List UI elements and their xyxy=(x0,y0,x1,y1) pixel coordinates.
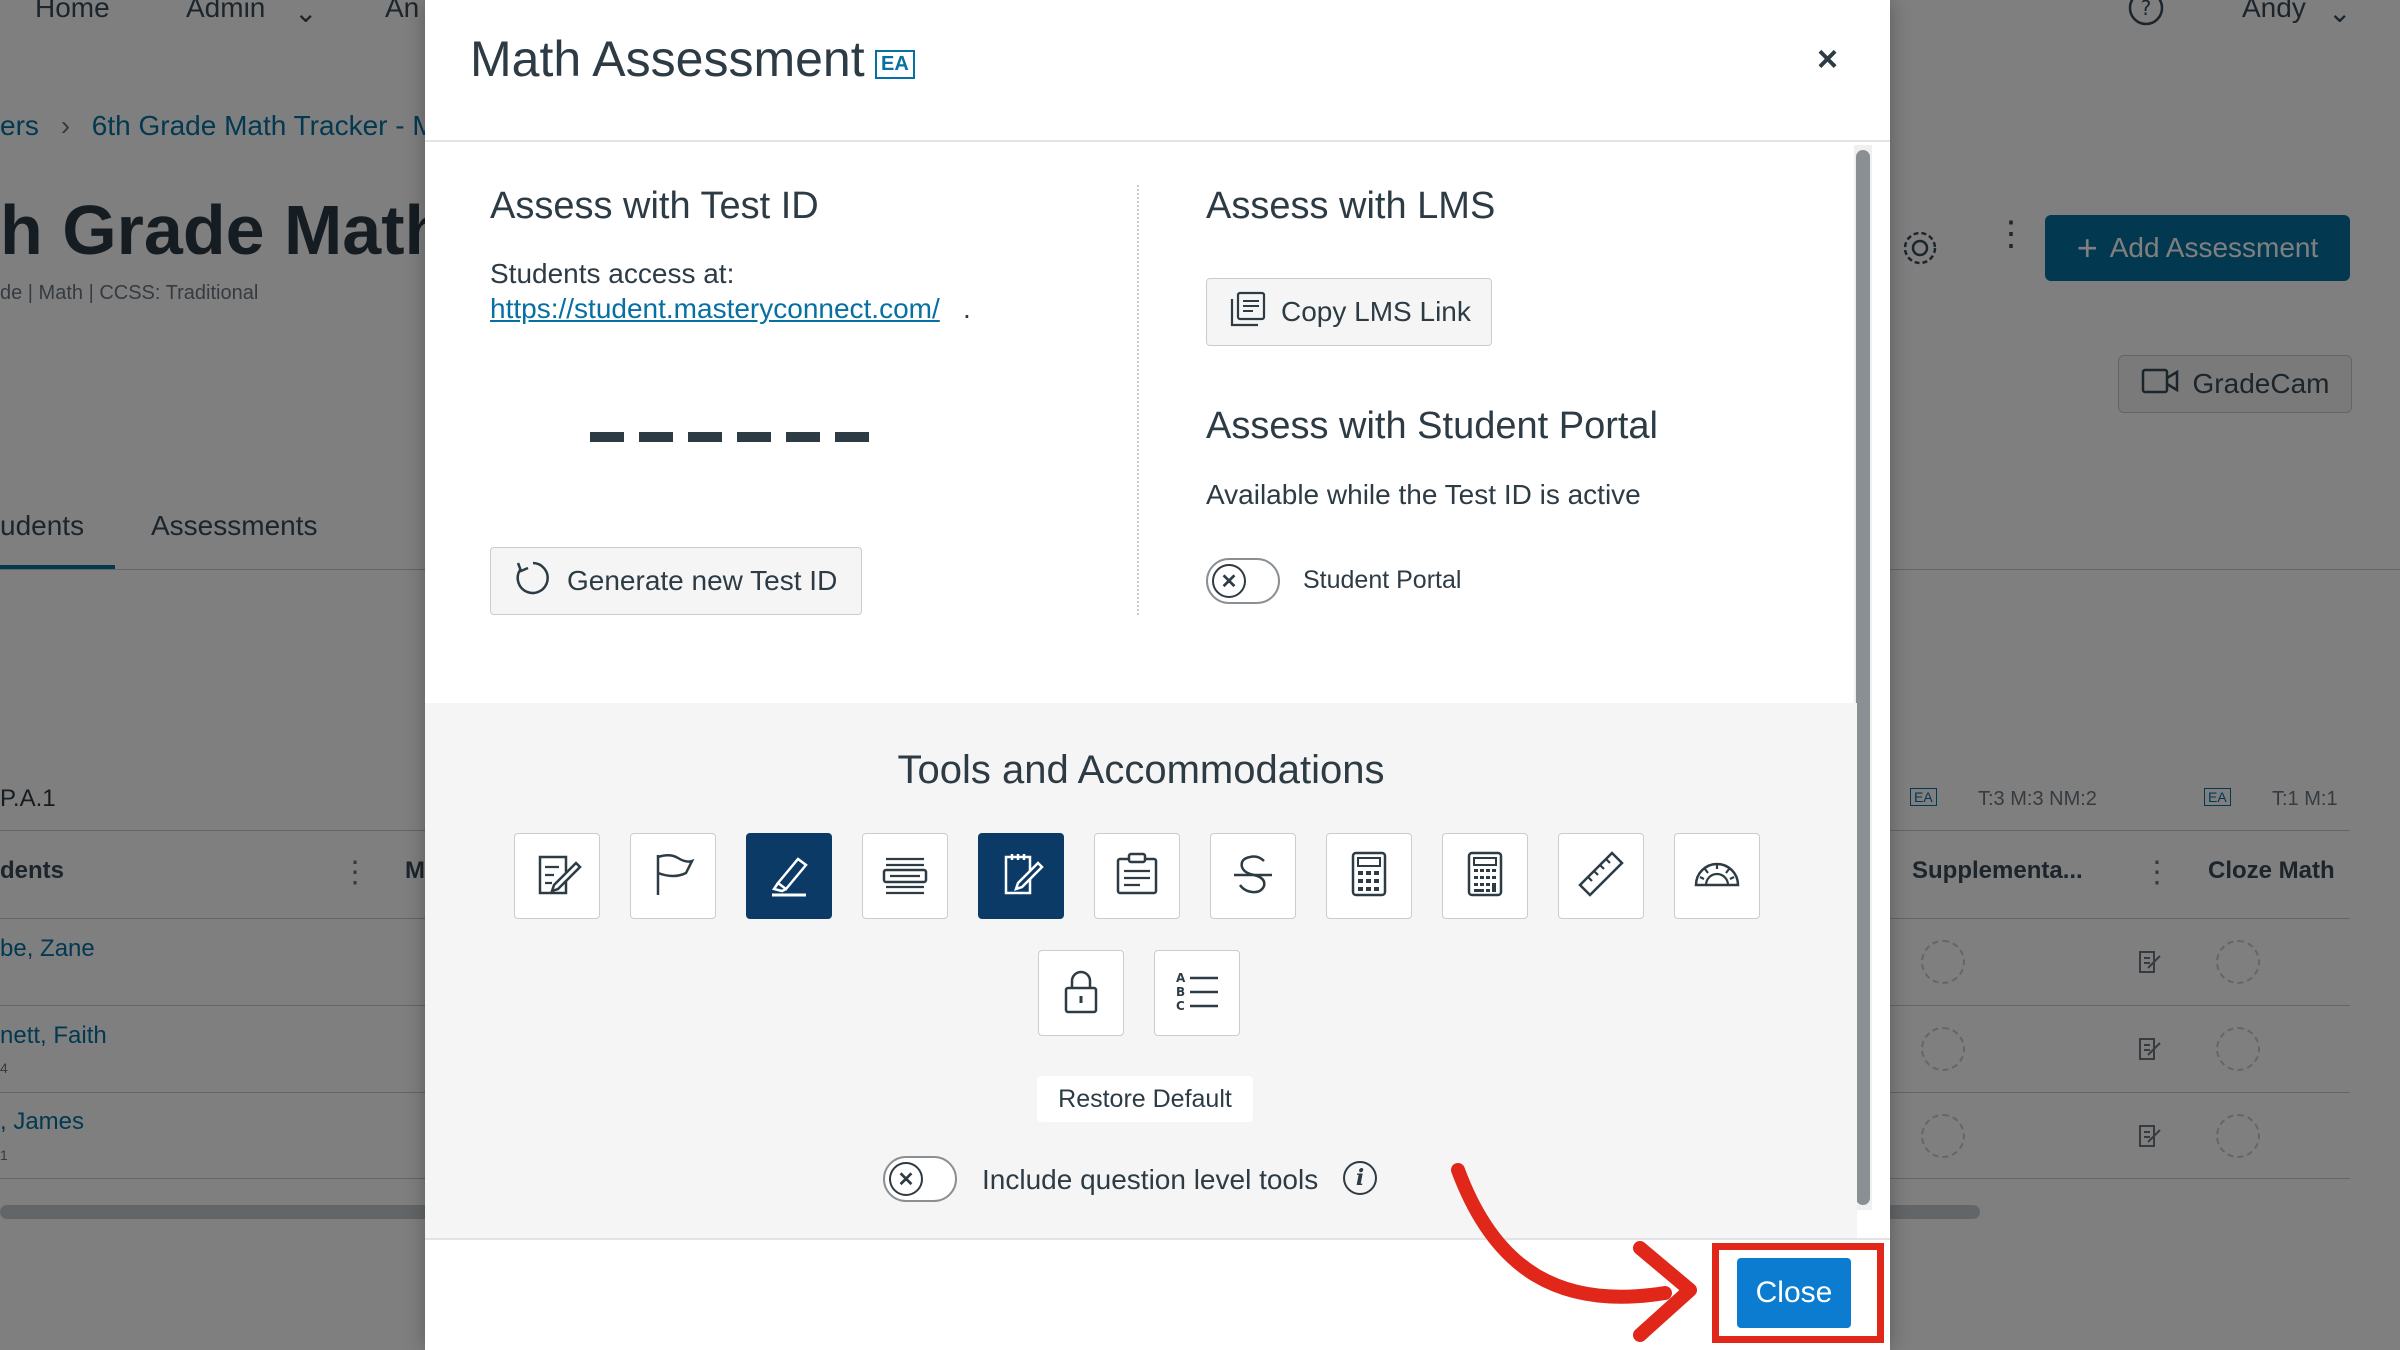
students-access-text: Students access at: xyxy=(490,258,735,289)
strikethrough-tool-button[interactable] xyxy=(1210,833,1296,919)
student-portal-heading: Assess with Student Portal xyxy=(1206,405,1658,447)
restore-default-button[interactable]: Restore Default xyxy=(1037,1076,1253,1122)
flag-icon xyxy=(648,849,698,904)
toggle-off-icon: ✕ xyxy=(889,1162,923,1196)
modal-scrollbar[interactable] xyxy=(1856,150,1870,1205)
protractor-tool-button[interactable] xyxy=(1674,833,1760,919)
modal-header: Math Assessment EA × xyxy=(425,0,1890,142)
annotation-arrow-icon xyxy=(1451,1163,1697,1342)
flag-tool-button[interactable] xyxy=(630,833,716,919)
notepad-icon xyxy=(996,849,1046,904)
student-portal-link[interactable]: https://student.masteryconnect.com/ xyxy=(490,293,940,325)
highlighter-icon xyxy=(764,849,814,904)
toggle-off-icon: ✕ xyxy=(1212,564,1246,598)
assessment-modal: Math Assessment EA × Assess with Test ID… xyxy=(425,0,1890,1350)
basic-calculator-icon xyxy=(1344,849,1394,904)
question-level-tools-toggle[interactable]: ✕ xyxy=(883,1156,957,1202)
column-divider xyxy=(1137,185,1139,615)
info-icon[interactable]: i xyxy=(1343,1161,1377,1195)
lock-icon xyxy=(1056,966,1106,1021)
annotate-tool-button[interactable] xyxy=(514,833,600,919)
strikethrough-icon xyxy=(1228,849,1278,904)
answer-choices-icon: ABC xyxy=(1172,966,1222,1021)
basic-calculator-tool-button[interactable] xyxy=(1326,833,1412,919)
annotation-highlight-box xyxy=(1712,1243,1884,1343)
copy-icon xyxy=(1229,290,1267,335)
refresh-icon xyxy=(513,558,553,605)
answer-choices-tool-button[interactable]: ABC xyxy=(1154,950,1240,1036)
ruler-icon xyxy=(1576,849,1626,904)
modal-title: Math Assessment xyxy=(470,31,865,87)
close-icon[interactable]: × xyxy=(1817,38,1838,80)
scientific-calculator-icon xyxy=(1460,849,1510,904)
generate-test-id-button[interactable]: Generate new Test ID xyxy=(490,547,862,615)
scientific-calculator-tool-button[interactable] xyxy=(1442,833,1528,919)
question-level-tools-label: Include question level tools xyxy=(982,1164,1319,1195)
test-id-heading: Assess with Test ID xyxy=(490,185,819,227)
line-reader-icon xyxy=(880,849,930,904)
link-period: . xyxy=(963,293,971,324)
lms-heading: Assess with LMS xyxy=(1206,185,1496,227)
svg-text:B: B xyxy=(1176,985,1185,999)
ruler-tool-button[interactable] xyxy=(1558,833,1644,919)
reference-sheet-tool-button[interactable] xyxy=(1094,833,1180,919)
student-portal-description: Available while the Test ID is active xyxy=(1206,479,1641,510)
student-portal-toggle[interactable]: ✕ xyxy=(1206,558,1280,604)
svg-text:A: A xyxy=(1176,971,1186,985)
generate-test-id-label: Generate new Test ID xyxy=(567,565,838,596)
ea-badge: EA xyxy=(875,50,915,79)
copy-lms-link-button[interactable]: Copy LMS Link xyxy=(1206,278,1492,346)
tools-heading: Tools and Accommodations xyxy=(897,748,1385,792)
protractor-icon xyxy=(1692,849,1742,904)
reference-sheet-icon xyxy=(1112,849,1162,904)
annotate-icon xyxy=(532,849,582,904)
svg-text:C: C xyxy=(1176,999,1185,1013)
test-id-placeholder xyxy=(590,432,869,442)
highlighter-tool-button[interactable] xyxy=(746,833,832,919)
notepad-tool-button[interactable] xyxy=(978,833,1064,919)
lock-tool-button[interactable] xyxy=(1038,950,1124,1036)
copy-lms-link-label: Copy LMS Link xyxy=(1281,296,1471,327)
student-portal-toggle-label: Student Portal xyxy=(1303,566,1462,594)
line-reader-tool-button[interactable] xyxy=(862,833,948,919)
